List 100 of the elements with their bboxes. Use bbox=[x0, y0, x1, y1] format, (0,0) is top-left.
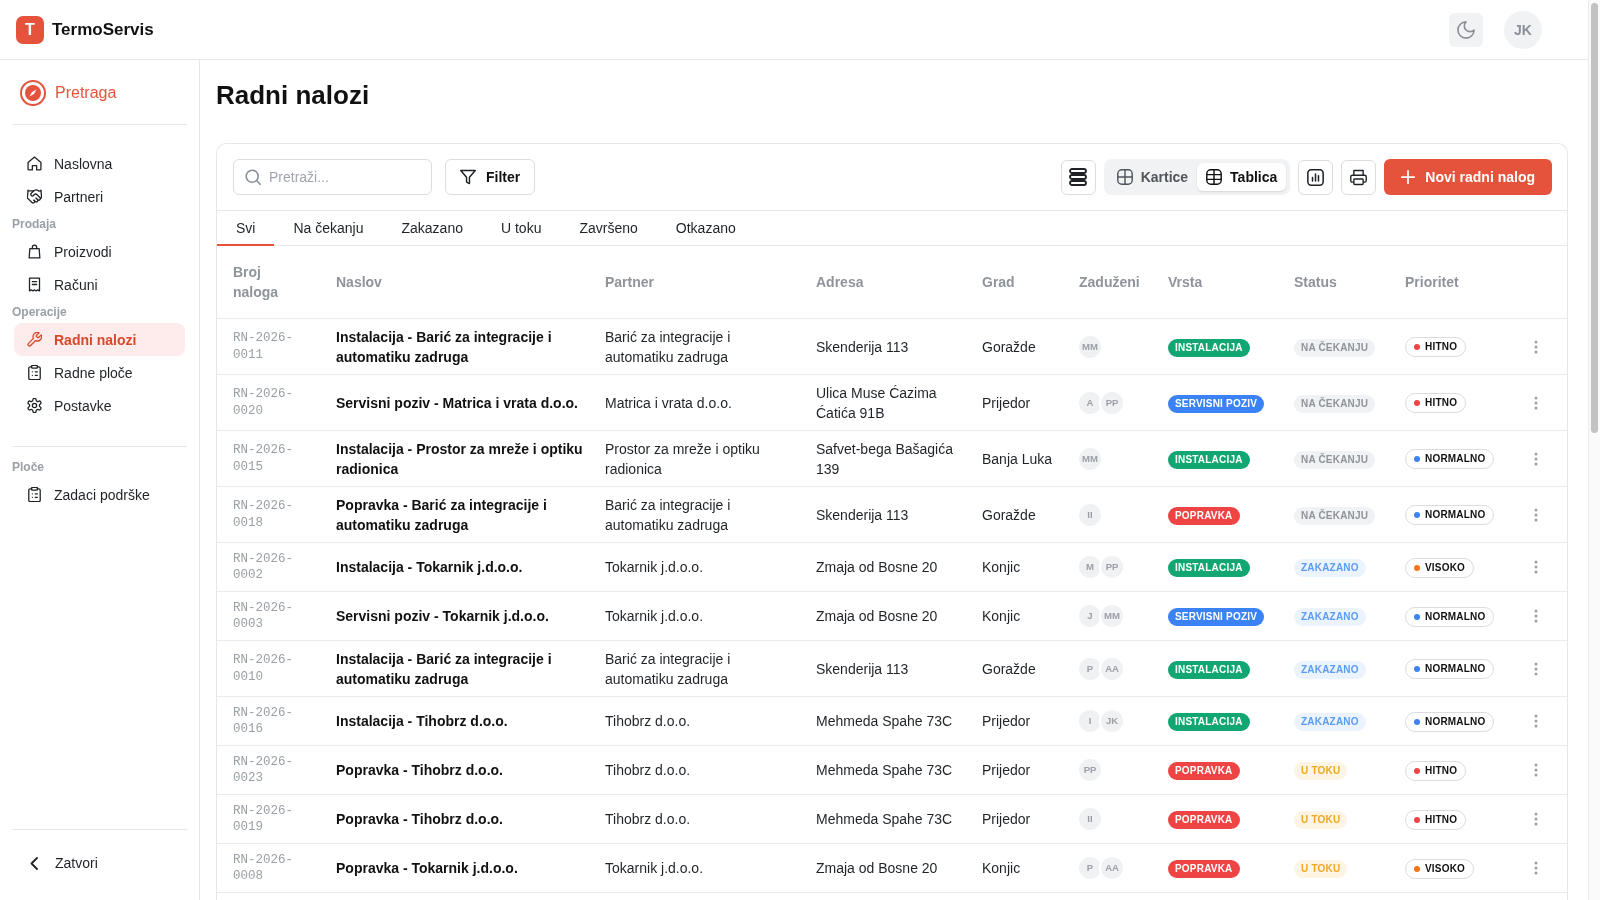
sidebar-item[interactable]: Postavke bbox=[14, 389, 185, 422]
more-icon[interactable] bbox=[1534, 451, 1538, 466]
order-title: Instalacija - Prostor za mreže i optiku radionica bbox=[336, 440, 583, 477]
assignee-avatar: P bbox=[1079, 657, 1101, 680]
priority-label: NORMALNO bbox=[1425, 714, 1486, 729]
close-sidebar-button[interactable]: Zatvori bbox=[12, 846, 187, 880]
partner-name: Tokarnik j.d.o.o. bbox=[605, 608, 704, 624]
address: Skenderija 113 bbox=[816, 338, 909, 355]
status-tag: U TOKU bbox=[1294, 762, 1348, 781]
more-icon[interactable] bbox=[1534, 507, 1538, 522]
order-title: Instalacija - Tokarnik j.d.o.o. bbox=[336, 559, 523, 575]
search-field[interactable]: Pretraži... bbox=[233, 159, 432, 195]
chart-button[interactable] bbox=[1298, 159, 1334, 195]
status-tab[interactable]: U toku bbox=[482, 211, 561, 246]
type-tag: POPRAVKA bbox=[1168, 811, 1240, 830]
print-button[interactable] bbox=[1341, 159, 1377, 195]
scrollbar-thumb[interactable] bbox=[1591, 3, 1598, 433]
status-tag: ZAKAZANO bbox=[1294, 608, 1366, 627]
status-tab[interactable]: Na čekanju bbox=[274, 211, 383, 246]
plus-icon bbox=[1401, 170, 1416, 184]
address: Zmaja od Bosne 20 bbox=[816, 608, 938, 624]
assignee-avatar: P bbox=[1079, 857, 1101, 879]
theme-toggle-button[interactable] bbox=[1449, 12, 1483, 47]
priority-label: HITNO bbox=[1425, 340, 1458, 355]
order-number: RN-2026-0010 bbox=[233, 652, 294, 685]
column-header: Partner bbox=[605, 274, 655, 290]
sidebar-item[interactable]: Radni nalozi bbox=[14, 323, 185, 356]
status-tab[interactable]: Otkazano bbox=[656, 211, 755, 246]
status-tag: NA ČEKANJU bbox=[1294, 450, 1376, 469]
city: Konjic bbox=[982, 559, 1021, 575]
order-title: Popravka - Tihobrz d.o.o. bbox=[336, 811, 503, 827]
app-name: TermoServis bbox=[52, 19, 154, 40]
status-tag: U TOKU bbox=[1294, 860, 1348, 879]
order-title: Popravka - Tokarnik j.d.o.o. bbox=[336, 860, 518, 876]
type-tag: POPRAVKA bbox=[1168, 762, 1240, 781]
order-title: Popravka - Tihobrz d.o.o. bbox=[336, 762, 503, 778]
assignee-avatar: M bbox=[1079, 556, 1101, 578]
type-tag: SERVISNI POZIV bbox=[1168, 608, 1265, 627]
partner-name: Tihobrz d.o.o. bbox=[605, 811, 691, 827]
more-icon[interactable] bbox=[1534, 560, 1538, 574]
sidebar-item[interactable]: Naslovna bbox=[14, 147, 185, 180]
view-toggle[interactable]: Tablica bbox=[1197, 163, 1287, 191]
city: Goražde bbox=[982, 660, 1036, 677]
table-icon bbox=[1206, 169, 1223, 185]
filter-icon bbox=[460, 169, 476, 185]
order-number: RN-2026-0016 bbox=[233, 704, 294, 738]
assignee-avatar: JK bbox=[1101, 710, 1123, 732]
compass-icon bbox=[20, 80, 46, 106]
new-work-order-button[interactable]: Novi radni nalog bbox=[1384, 159, 1552, 195]
order-title: Instalacija - Barić za integracije i automatiku zadruga bbox=[336, 650, 552, 687]
chevron-left-icon bbox=[30, 856, 38, 870]
status-tab[interactable]: Svi bbox=[217, 211, 275, 246]
more-icon[interactable] bbox=[1534, 812, 1538, 826]
assignee-avatar: MM bbox=[1079, 335, 1101, 358]
column-header: Zaduženi bbox=[1079, 274, 1140, 290]
view-toggle[interactable]: Kartice bbox=[1107, 163, 1198, 191]
column-header: Vrsta bbox=[1168, 274, 1203, 290]
order-number: RN-2026-0008 bbox=[233, 851, 294, 885]
partner-name: Tokarnik j.d.o.o. bbox=[605, 559, 704, 575]
search-link[interactable]: Pretraga bbox=[12, 76, 187, 110]
partner-name: Tihobrz d.o.o. bbox=[605, 762, 691, 778]
stacked-rows-icon bbox=[1069, 168, 1088, 186]
assignee-avatar: PP bbox=[1079, 759, 1101, 781]
priority-label: HITNO bbox=[1425, 812, 1458, 827]
sidebar-item[interactable]: Partneri bbox=[14, 180, 185, 213]
status-tag: NA ČEKANJU bbox=[1294, 394, 1376, 413]
status-tab[interactable]: Zakazano bbox=[382, 211, 482, 246]
assignee-avatar: AA bbox=[1101, 857, 1123, 879]
more-icon[interactable] bbox=[1534, 714, 1538, 728]
more-icon[interactable] bbox=[1534, 395, 1538, 410]
type-tag: INSTALACIJA bbox=[1168, 660, 1250, 679]
status-tag: ZAKAZANO bbox=[1294, 713, 1366, 732]
priority-label: NORMALNO bbox=[1425, 662, 1486, 677]
more-icon[interactable] bbox=[1534, 339, 1538, 354]
order-number: RN-2026-0015 bbox=[233, 442, 294, 475]
more-icon[interactable] bbox=[1534, 609, 1538, 623]
sidebar-item[interactable]: Računi bbox=[14, 268, 185, 301]
receipt-icon bbox=[27, 277, 42, 292]
order-title: Instalacija - Tihobrz d.o.o. bbox=[336, 713, 508, 729]
sidebar-item[interactable]: Radne ploče bbox=[14, 356, 185, 389]
type-tag: POPRAVKA bbox=[1168, 860, 1240, 879]
sidebar-item[interactable]: Proizvodi bbox=[14, 235, 185, 268]
sidebar-item[interactable]: Zadaci podrške bbox=[14, 478, 185, 511]
more-icon[interactable] bbox=[1534, 661, 1538, 676]
priority-label: NORMALNO bbox=[1425, 508, 1486, 523]
column-header: Status bbox=[1294, 274, 1337, 290]
status-tab[interactable]: Završeno bbox=[560, 211, 657, 246]
clipboard-icon bbox=[27, 487, 42, 502]
priority-label: NORMALNO bbox=[1425, 452, 1486, 467]
more-icon[interactable] bbox=[1534, 861, 1538, 875]
address: Safvet-bega Bašagića 139 bbox=[816, 440, 953, 477]
bag-icon bbox=[27, 244, 42, 259]
handshake-icon bbox=[27, 189, 42, 204]
city: Banja Luka bbox=[982, 450, 1053, 467]
filter-button[interactable]: Filter bbox=[445, 159, 536, 195]
order-number: RN-2026-0003 bbox=[233, 599, 294, 633]
more-icon[interactable] bbox=[1534, 763, 1538, 777]
density-button[interactable] bbox=[1060, 159, 1096, 195]
city: Konjic bbox=[982, 608, 1021, 624]
order-number: RN-2026-0020 bbox=[233, 386, 294, 419]
